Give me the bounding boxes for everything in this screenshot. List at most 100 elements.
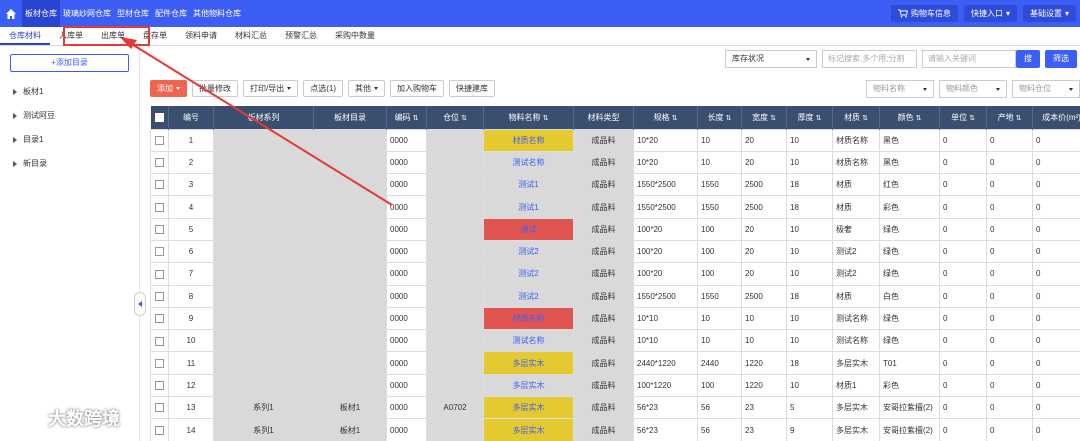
table-row[interactable]: 12 0000 多层实木 成品料 100*1220 100 1220 10 材质1 彩色 0 0 0 [150, 373, 1080, 398]
row-checkbox[interactable] [155, 247, 164, 257]
filter-button[interactable]: 筛选 [1045, 50, 1077, 68]
column-header[interactable]: 板材系列 [213, 106, 314, 129]
material-name-link[interactable]: 材质名称 [483, 128, 574, 152]
sort-icon[interactable]: ⇅ [816, 115, 822, 122]
tab-item[interactable]: 预警汇总 [276, 27, 326, 45]
column-header[interactable]: 颜色 ⇅ [879, 106, 940, 129]
material-filter-select[interactable]: 物料仓位 [1012, 80, 1080, 98]
keyword-input[interactable]: 请输入关键词 [922, 50, 1016, 68]
sort-icon[interactable]: ⇅ [969, 115, 975, 122]
add-button[interactable]: 添加 [150, 80, 187, 97]
row-checkbox[interactable] [155, 381, 164, 391]
row-checkbox[interactable] [155, 269, 164, 279]
add-directory-button[interactable]: +添加目录 [10, 54, 129, 72]
row-checkbox[interactable] [155, 225, 164, 235]
row-checkbox[interactable] [155, 403, 164, 413]
column-header[interactable]: 产地 ⇅ [986, 106, 1033, 129]
warehouse-tab[interactable]: 其他物料仓库 [190, 0, 244, 27]
sort-icon[interactable]: ⇅ [1016, 115, 1022, 122]
sort-icon[interactable]: ⇅ [726, 115, 732, 122]
cart-button[interactable]: 购物车信息 [890, 5, 958, 22]
sidebar-tree-item[interactable]: 板材1 [0, 80, 139, 104]
sort-icon[interactable]: ⇅ [461, 115, 467, 122]
table-row[interactable]: 1 0000 材质名称 成品料 10*20 10 20 10 材质名称 黑色 0 0 0 [150, 128, 1080, 152]
tag-search-input[interactable]: 标记搜索,多个用;分割 [822, 50, 917, 68]
column-header[interactable]: 宽度 ⇅ [741, 106, 787, 129]
quick-create-button[interactable]: 快捷建库 [449, 80, 496, 97]
material-name-link[interactable]: 测试1 [483, 195, 574, 219]
basic-settings-button[interactable]: 基础设置 ▾ [1022, 5, 1076, 22]
select-all-checkbox[interactable] [154, 112, 164, 122]
column-header[interactable]: 单位 ⇅ [939, 106, 987, 129]
column-header[interactable]: 物料名称 ⇅ [483, 106, 574, 129]
table-row[interactable]: 5 0000 测试 成品料 100*20 100 20 10 极奢 绿色 0 0 0 [150, 217, 1080, 241]
table-row[interactable]: 6 0000 测试2 成品料 100*20 100 20 10 测试2 绿色 0 0 0 [150, 239, 1080, 264]
table-row[interactable]: 9 0000 材质名称 成品料 10*10 10 10 10 测试名称 绿色 0 0 0 [150, 306, 1080, 331]
sidebar-tree-item[interactable]: 测试阿豆 [0, 104, 139, 128]
material-filter-select[interactable]: 物料颜色 [939, 80, 1007, 98]
table-row[interactable]: 3 0000 测试1 成品料 1550*2500 1550 2500 18 材质 红色 0 0 0 [150, 173, 1080, 197]
sort-icon[interactable]: ⇅ [672, 115, 678, 122]
table-row[interactable]: 2 0000 测试名称 成品料 10*20 10 20 10 材质名称 黑色 0 0 0 [150, 150, 1080, 175]
tab-item[interactable]: 领料申请 [176, 27, 226, 45]
table-row[interactable]: 13 系列1 板材1 0000 A0702 多层实木 成品料 56*23 56 23 5 多层实木 安哥… [150, 396, 1080, 420]
print-export-button[interactable]: 打印/导出 [243, 80, 299, 97]
row-checkbox[interactable] [155, 291, 164, 301]
other-button[interactable]: 其他 [348, 80, 386, 97]
home-icon[interactable] [0, 0, 22, 27]
table-row[interactable]: 8 0000 测试2 成品料 1550*2500 1550 2500 18 材质 白色 0 0 0 [150, 284, 1080, 308]
row-checkbox[interactable] [155, 180, 164, 190]
material-name-link[interactable]: 测试名称 [483, 329, 574, 353]
column-header[interactable]: 长度 ⇅ [697, 106, 742, 129]
stock-status-select[interactable]: 库存状况 [725, 50, 817, 68]
material-name-link[interactable]: 测试1 [483, 173, 574, 197]
row-checkbox[interactable] [155, 158, 164, 168]
row-checkbox[interactable] [155, 336, 164, 346]
material-name-link[interactable]: 材质名称 [483, 306, 574, 331]
row-checkbox[interactable] [155, 358, 164, 368]
material-name-link[interactable]: 测试2 [483, 284, 574, 308]
row-checkbox[interactable] [155, 202, 164, 212]
add-to-cart-button[interactable]: 加入购物车 [390, 80, 445, 97]
select-count-button[interactable]: 点选(1) [303, 80, 344, 97]
warehouse-tab[interactable]: 配件仓库 [152, 0, 190, 27]
material-name-link[interactable]: 测试2 [483, 239, 574, 264]
row-checkbox[interactable] [155, 425, 164, 435]
sort-icon[interactable]: ⇅ [413, 115, 419, 122]
material-name-link[interactable]: 测试2 [483, 262, 574, 286]
material-name-link[interactable]: 多层实木 [483, 418, 574, 441]
sidebar-tree-item[interactable]: 目录1 [0, 128, 139, 152]
warehouse-tab[interactable]: 玻璃纱网仓库 [60, 0, 114, 27]
collapse-sidebar-button[interactable] [134, 292, 146, 316]
tab-item[interactable]: 仓库材料 [0, 27, 50, 45]
material-name-link[interactable]: 多层实木 [483, 373, 574, 398]
column-header[interactable]: 规格 ⇅ [633, 106, 698, 129]
column-header[interactable]: 材料类型 [573, 106, 634, 129]
sort-icon[interactable]: ⇅ [916, 115, 922, 122]
sidebar-tree-item[interactable]: 新目录 [0, 152, 139, 176]
material-name-link[interactable]: 测试 [483, 217, 574, 241]
column-header[interactable]: 成本价(m²) [1032, 106, 1080, 129]
quick-entry-button[interactable]: 快捷入口 ▾ [963, 5, 1017, 22]
row-checkbox[interactable] [155, 314, 164, 324]
sort-icon[interactable]: ⇅ [862, 115, 868, 122]
column-header[interactable]: 仓位 ⇅ [426, 106, 484, 129]
batch-edit-button[interactable]: 批量修改 [192, 80, 238, 97]
column-header[interactable]: 厚度 ⇅ [786, 106, 833, 129]
tab-item[interactable]: 材料汇总 [226, 27, 276, 45]
sort-icon[interactable]: ⇅ [543, 115, 549, 122]
warehouse-tab[interactable]: 型材仓库 [114, 0, 152, 27]
table-row[interactable]: 11 0000 多层实木 成品料 2440*1220 2440 1220 18 多层实木 T01 0… [150, 351, 1080, 375]
material-name-link[interactable]: 测试名称 [483, 150, 574, 175]
material-name-link[interactable]: 多层实木 [483, 351, 574, 375]
row-checkbox[interactable] [155, 135, 164, 145]
column-header[interactable]: 板材目录 [313, 106, 387, 129]
table-row[interactable]: 14 系列1 板材1 0000 多层实木 成品料 56*23 56 23 9 多层实木 安哥拉紫檀(2… [150, 418, 1080, 441]
column-header[interactable]: 编号 [168, 106, 214, 129]
warehouse-tab[interactable]: 板材仓库 [22, 0, 60, 27]
table-row[interactable]: 10 0000 测试名称 成品料 10*10 10 10 10 测试名称 绿色 0 0 0 [150, 329, 1080, 353]
column-header[interactable]: 材质 ⇅ [832, 106, 880, 129]
table-row[interactable]: 7 0000 测试2 成品料 100*20 100 20 10 测试2 绿色 0 0 0 [150, 262, 1080, 286]
search-button[interactable]: 搜 [1016, 50, 1040, 68]
material-filter-select[interactable]: 物料名称 [866, 80, 934, 98]
